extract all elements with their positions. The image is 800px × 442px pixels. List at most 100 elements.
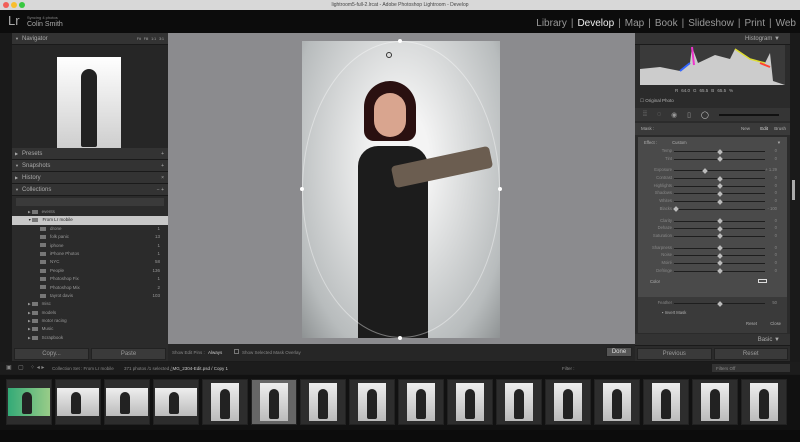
collections-header[interactable]: ▼ Collections − +: [12, 184, 168, 196]
filmstrip-thumbnail[interactable]: [692, 379, 738, 425]
slider-temp[interactable]: Temp 0: [638, 148, 787, 156]
slider-value[interactable]: 0: [775, 268, 777, 273]
slider-thumb[interactable]: [716, 268, 723, 274]
slider-tint[interactable]: Tint 0: [638, 156, 787, 164]
collection-item[interactable]: ▶ models: [12, 309, 168, 317]
module-library[interactable]: Library: [536, 18, 567, 29]
red-eye-tool-icon[interactable]: ◉: [671, 111, 677, 119]
collection-item[interactable]: ▶ Scrapbook: [12, 334, 168, 342]
slider-value[interactable]: 0: [775, 190, 777, 195]
slider-contrast[interactable]: Contrast 0: [638, 175, 787, 183]
slider-defringe[interactable]: Defringe 0: [638, 268, 787, 276]
slider-thumb[interactable]: [716, 260, 723, 267]
radial-filter-handle-top[interactable]: [398, 39, 402, 43]
nav-zoom-3[interactable]: 3:1: [159, 37, 164, 41]
collection-item[interactable]: ▶ motor racing: [12, 317, 168, 325]
nav-zoom-2[interactable]: 1:1: [151, 37, 156, 41]
slider-thumb[interactable]: [716, 183, 723, 190]
filmstrip-thumbnail[interactable]: [545, 379, 591, 425]
collection-item[interactable]: ▶ misc: [12, 300, 168, 308]
slider-shadows[interactable]: Shadows 0: [638, 190, 787, 198]
filmstrip-thumbnail[interactable]: [104, 379, 150, 425]
copy-settings-button[interactable]: Copy...: [14, 348, 89, 360]
nav-zoom-1[interactable]: Fill: [144, 37, 148, 41]
add-collection-icon[interactable]: − +: [157, 184, 164, 196]
history-header[interactable]: ▶ History ×: [12, 172, 168, 184]
invert-mask-checkbox[interactable]: ▪ Invert Mask: [638, 308, 787, 317]
bottom-panel-toggle[interactable]: [0, 430, 800, 442]
slider-track[interactable]: [674, 245, 765, 251]
slider-thumb[interactable]: [716, 245, 723, 251]
slider-noise[interactable]: Noise 0: [638, 252, 787, 260]
collection-item[interactable]: People 136: [12, 267, 168, 275]
paste-settings-button[interactable]: Paste: [91, 348, 166, 360]
feather-slider[interactable]: Feather 50: [638, 300, 787, 308]
add-preset-icon[interactable]: +: [161, 148, 164, 160]
collection-item[interactable]: ▶ events: [12, 208, 168, 216]
slider-dehaze[interactable]: Dehaze 0: [638, 225, 787, 233]
slider-thumb[interactable]: [716, 252, 723, 259]
filter-select[interactable]: Filters Off: [712, 364, 790, 372]
collection-item[interactable]: NYC 58: [12, 258, 168, 266]
slider-value[interactable]: 0: [775, 183, 777, 188]
filmstrip-source[interactable]: Collection Set : From Lr mobile: [52, 366, 114, 371]
slider-sharpness[interactable]: Sharpness 0: [638, 245, 787, 253]
navigator-header[interactable]: ▼ Navigator Fit Fill 1:1 3:1: [12, 33, 168, 45]
radial-filter-handle-left[interactable]: [300, 187, 304, 191]
slider-value[interactable]: 0: [775, 252, 777, 257]
slider-value[interactable]: 0: [775, 245, 777, 250]
slider-value[interactable]: - 100: [767, 206, 777, 211]
snapshots-header[interactable]: ▼ Snapshots +: [12, 160, 168, 172]
slider-thumb[interactable]: [716, 148, 723, 155]
slider-whites[interactable]: Whites 0: [638, 198, 787, 206]
minimize-window-button[interactable]: [11, 2, 17, 8]
filmstrip-thumbnail[interactable]: [594, 379, 640, 425]
slider-thumb[interactable]: [673, 206, 679, 213]
original-photo-checkbox[interactable]: ☐ Original Photo: [640, 98, 674, 104]
slider-clarity[interactable]: Clarity 0: [638, 218, 787, 226]
slider-value[interactable]: 0: [775, 233, 777, 238]
mask-new[interactable]: New: [741, 123, 750, 135]
radial-filter-handle-bottom[interactable]: [398, 336, 402, 340]
basic-header[interactable]: Basic ▼: [635, 334, 790, 346]
module-web[interactable]: Web: [776, 18, 796, 29]
crop-tool-icon[interactable]: ⁞⁞: [643, 111, 647, 118]
previous-button[interactable]: Previous: [637, 348, 712, 360]
slider-thumb[interactable]: [701, 168, 708, 174]
collection-item[interactable]: ▼ From Lr mobile: [12, 216, 168, 225]
filmstrip-thumbnail[interactable]: [251, 379, 297, 425]
spot-removal-tool-icon[interactable]: ◌: [657, 111, 661, 118]
filmstrip-thumbnail[interactable]: [447, 379, 493, 425]
slider-track[interactable]: [674, 191, 765, 197]
slider-track[interactable]: [674, 168, 765, 174]
filmstrip-thumbnail[interactable]: [6, 379, 52, 425]
slider-track[interactable]: [674, 218, 765, 224]
module-print[interactable]: Print: [744, 18, 765, 29]
add-snapshot-icon[interactable]: +: [161, 160, 164, 172]
done-button[interactable]: Done: [606, 347, 632, 357]
nav-zoom-0[interactable]: Fit: [137, 37, 141, 41]
color-swatch[interactable]: [758, 279, 767, 284]
slider-highlights[interactable]: Highlights 0: [638, 183, 787, 191]
slider-track[interactable]: [674, 225, 765, 232]
module-slideshow[interactable]: Slideshow: [688, 18, 734, 29]
module-map[interactable]: Map: [625, 18, 644, 29]
presets-header[interactable]: ▶ Presets +: [12, 148, 168, 160]
collection-item[interactable]: drone 1: [12, 225, 168, 233]
navigator-preview[interactable]: [12, 45, 168, 152]
collection-item[interactable]: tayrot davis 103: [12, 292, 168, 300]
grid-view-icon[interactable]: ▣: [6, 364, 12, 371]
slider-value[interactable]: 0: [775, 198, 777, 203]
filmstrip-thumbnail[interactable]: [349, 379, 395, 425]
filmstrip-thumbnail[interactable]: [153, 379, 199, 425]
slider-exposure[interactable]: Exposure + 1.29: [638, 167, 787, 175]
collection-item[interactable]: iPhone Photos 1: [12, 250, 168, 258]
reset-mask-button[interactable]: Reset: [746, 321, 757, 326]
collection-item[interactable]: iphone 1: [12, 242, 168, 250]
slider-value[interactable]: 0: [775, 225, 777, 230]
filmstrip-thumbnail[interactable]: [300, 379, 346, 425]
graduated-filter-tool-icon[interactable]: ▯: [687, 111, 691, 119]
slider-moir[interactable]: Moiré 0: [638, 260, 787, 268]
show-edit-pins-select[interactable]: Always: [208, 350, 222, 355]
slider-value[interactable]: 0: [775, 260, 777, 265]
